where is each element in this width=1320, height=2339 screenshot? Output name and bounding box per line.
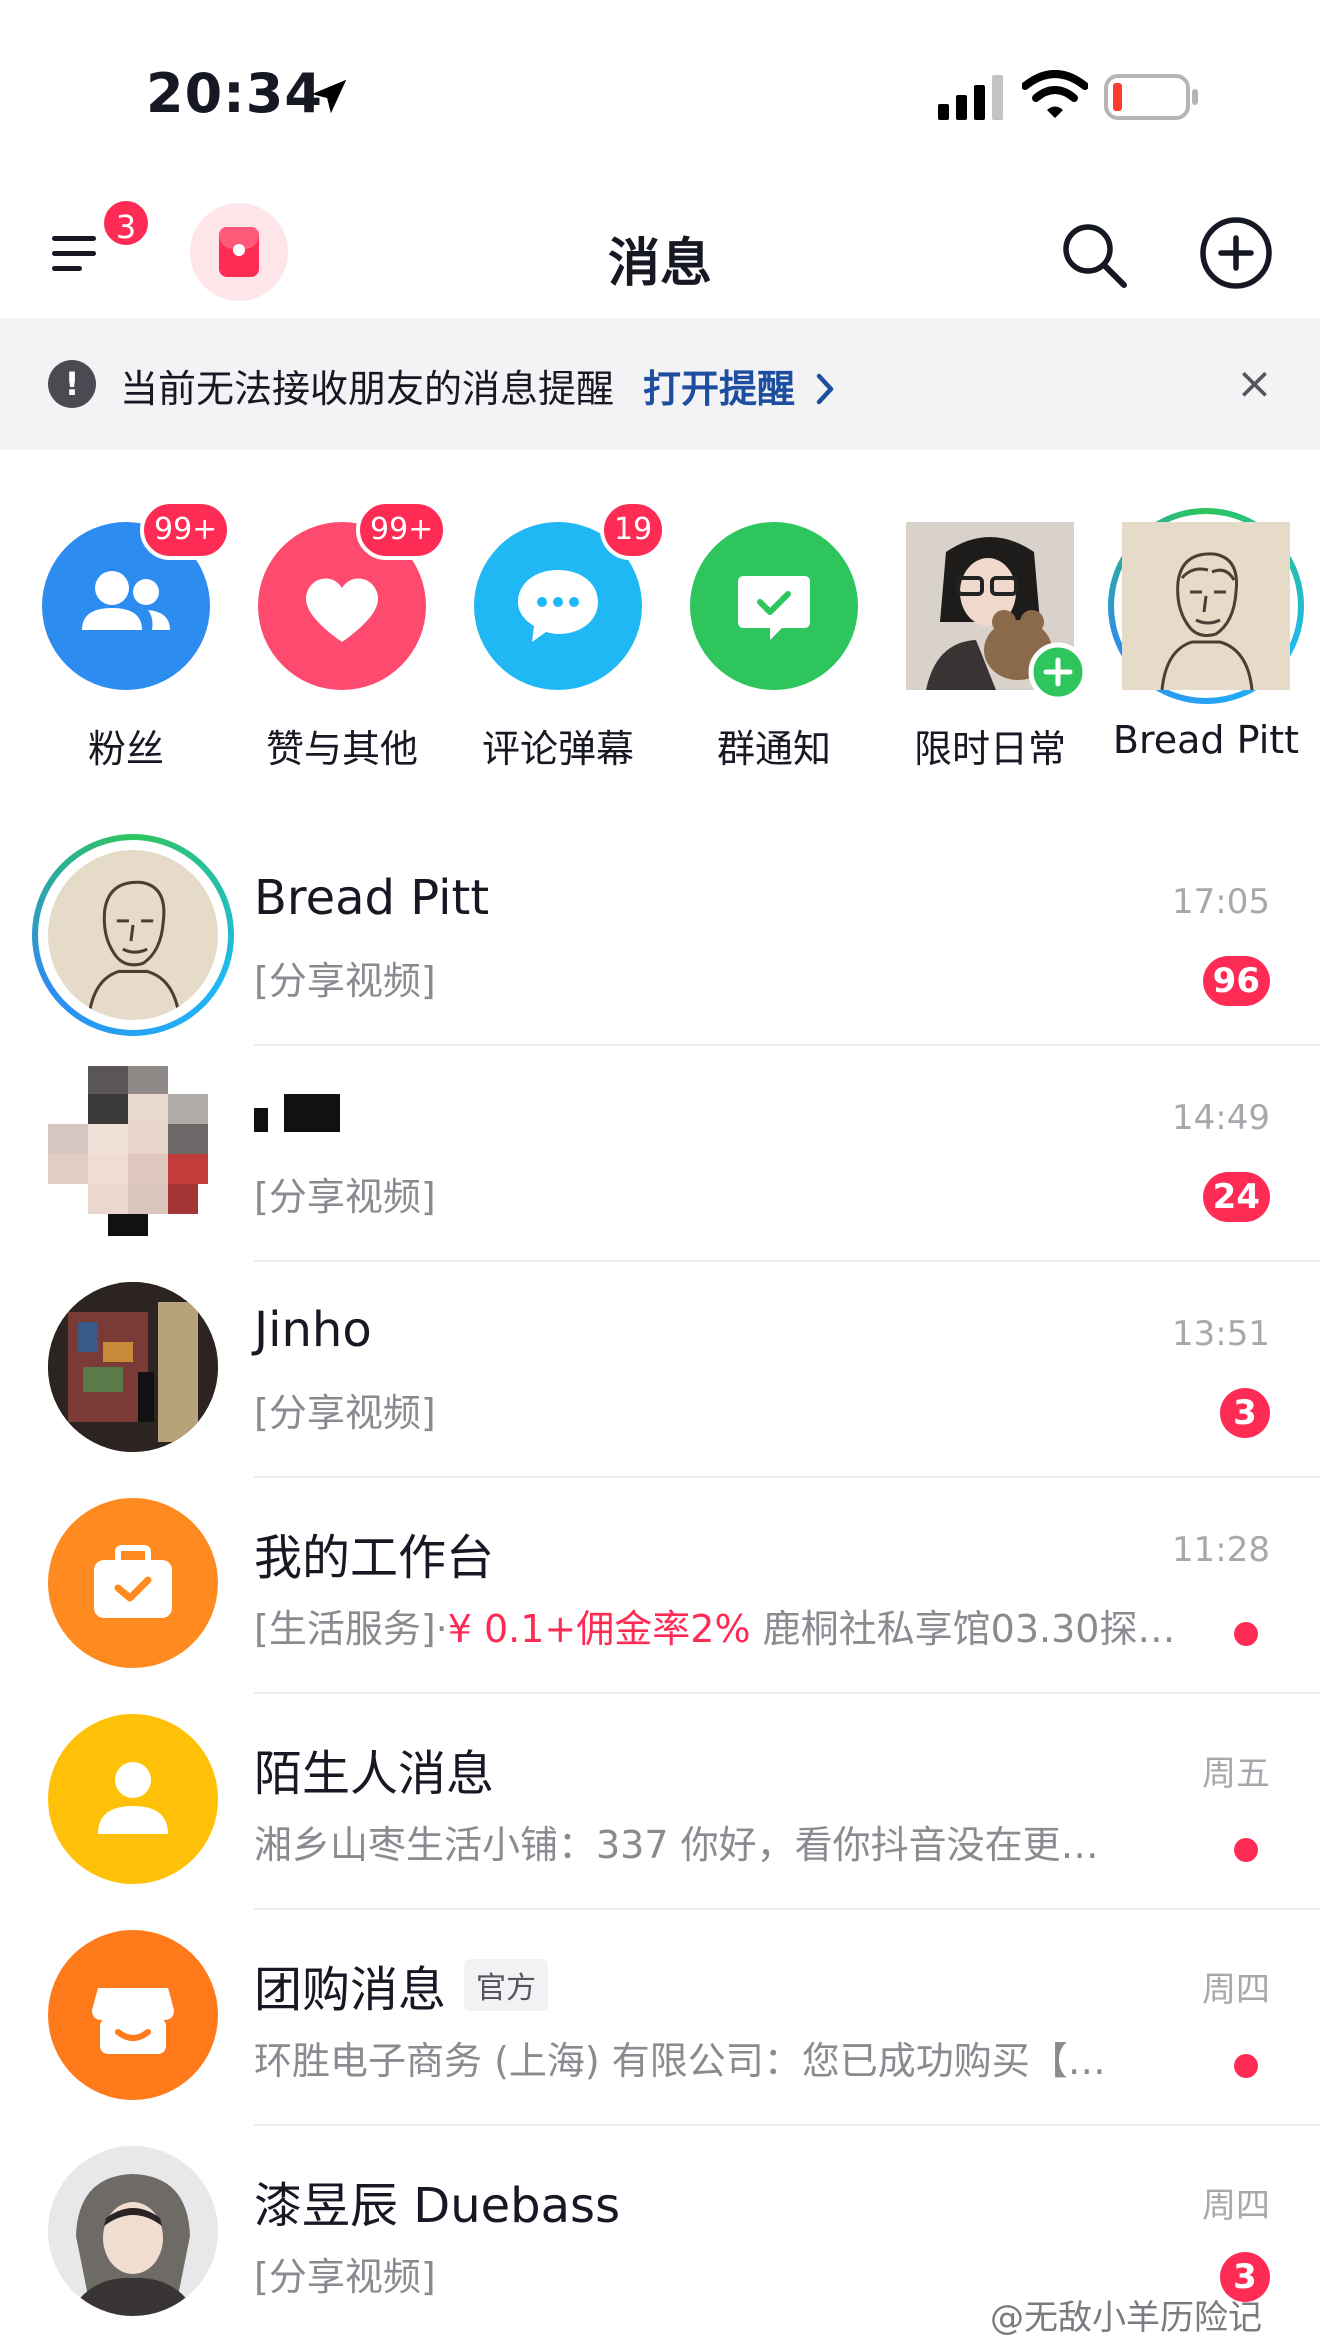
conversation-time: 17:05 — [1172, 882, 1270, 922]
conversation-name: Jinho — [254, 1302, 372, 1358]
conversation-preview: [分享视频] — [254, 959, 436, 1003]
preview-highlight: ¥ 0.1+佣金率2% — [447, 1607, 751, 1651]
conversation-bread-pitt[interactable]: Bread Pitt [分享视频] 17:05 96 — [0, 830, 1320, 1046]
add-story-icon — [1028, 642, 1088, 702]
briefcase-icon — [48, 1498, 218, 1668]
shortcut-label: 赞与其他 — [265, 727, 418, 771]
shortcut-comments[interactable]: 19 评论弹幕 — [432, 500, 667, 790]
unread-count-badge: 3 — [1220, 1388, 1270, 1438]
status-bar: 20:34 — [0, 0, 1320, 170]
shortcut-likes[interactable]: 99+ 赞与其他 — [216, 500, 448, 790]
conversation-pixelated-user[interactable]: [分享视频] 14:49 24 — [0, 1046, 1320, 1262]
wifi-icon — [1022, 70, 1088, 118]
chevron-right-icon — [817, 373, 834, 405]
conversation-group-buy[interactable]: 团购消息 官方 环胜电子商务 (上海) 有限公司：您已成功购买【… 周四 — [0, 1910, 1320, 2126]
battery-icon — [1104, 74, 1198, 120]
shortcut-label: 粉丝 — [87, 727, 164, 771]
header: 3 消息 — [0, 185, 1320, 315]
unread-count-badge: 96 — [1202, 956, 1270, 1006]
avatar — [48, 1066, 218, 1236]
location-arrow-icon — [311, 79, 347, 114]
shortcut-label: Bread Pitt — [1112, 718, 1300, 762]
conversation-time: 周四 — [1202, 2186, 1270, 2226]
conversation-time: 周四 — [1202, 1970, 1270, 2010]
shortcut-label: 评论弹幕 — [481, 727, 634, 771]
conversation-preview: [分享视频] — [254, 2255, 436, 2299]
alert-icon: ! — [48, 360, 96, 408]
conversation-preview: [分享视频] — [254, 1391, 436, 1435]
enable-reminder-link[interactable]: 打开提醒 — [643, 358, 836, 413]
unread-dot — [1234, 1838, 1258, 1862]
conversation-name: 陌生人消息 — [254, 1746, 495, 1802]
conversation-workbench[interactable]: 我的工作台 [生活服务]·¥ 0.1+佣金率2% 鹿桐社私享馆03.30探… 1… — [0, 1478, 1320, 1694]
plus-circle-icon — [1200, 217, 1272, 289]
signal-icon — [938, 75, 1003, 120]
avatar — [48, 850, 218, 1020]
conversation-time: 11:28 — [1172, 1530, 1270, 1570]
shortcut-row: 99+ 粉丝 99+ 赞与其他 19 评论弹幕 群通知 限时日常 Bread P… — [0, 500, 1320, 790]
group-notice-icon — [690, 522, 858, 690]
search-icon — [1063, 224, 1127, 288]
conversation-name: 漆昱辰 Duebass — [254, 2178, 621, 2234]
shop-icon — [48, 1930, 218, 2100]
official-tag: 官方 — [464, 1959, 549, 2011]
shortcut-group-notice[interactable]: 群通知 — [648, 500, 868, 790]
preview-suffix: 鹿桐社私享馆03.30探… — [750, 1607, 1174, 1651]
conversation-time: 13:51 — [1172, 1314, 1270, 1354]
close-icon[interactable]: × — [1236, 362, 1273, 406]
shortcut-story[interactable]: 限时日常 — [864, 500, 1088, 790]
unread-dot — [1234, 1622, 1258, 1646]
shortcut-label: 限时日常 — [913, 727, 1066, 771]
unread-count-badge: 24 — [1202, 1172, 1270, 1222]
watermark: @无敌小羊历险记 — [990, 2298, 1262, 2338]
status-time: 20:34 — [146, 62, 323, 125]
avatar — [48, 2146, 218, 2316]
conversation-name: 我的工作台 — [254, 1530, 495, 1586]
search-button[interactable] — [1058, 219, 1130, 295]
notification-banner: ! 当前无法接收朋友的消息提醒 打开提醒 × — [0, 318, 1320, 450]
conversation-time: 周五 — [1202, 1754, 1270, 1794]
preview-prefix: [生活服务]· — [254, 1607, 448, 1651]
conversation-name-text: 团购消息 — [254, 1962, 447, 2018]
notice-text: 当前无法接收朋友的消息提醒 — [120, 367, 615, 411]
shortcut-label: 群通知 — [716, 727, 831, 771]
conversation-preview: 环胜电子商务 (上海) 有限公司：您已成功购买【… — [254, 2039, 1106, 2083]
conversation-time: 14:49 — [1172, 1098, 1270, 1138]
conversation-name: 团购消息 官方 — [254, 1950, 549, 2020]
avatar — [48, 1282, 218, 1452]
shortcut-fans[interactable]: 99+ 粉丝 — [0, 500, 232, 790]
add-button[interactable] — [1198, 215, 1274, 295]
bread-pitt-avatar — [1122, 522, 1290, 690]
conversation-preview: [分享视频] — [254, 1175, 436, 1219]
conversation-preview: [生活服务]·¥ 0.1+佣金率2% 鹿桐社私享馆03.30探… — [254, 1598, 1174, 1653]
conversation-preview: 湘乡山枣生活小铺：337 你好，看你抖音没在更… — [254, 1823, 1099, 1867]
shortcut-bread-pitt[interactable]: Bread Pitt — [1080, 500, 1320, 790]
person-icon — [48, 1714, 218, 1884]
redacted-name-block — [254, 1094, 340, 1132]
enable-reminder-label: 打开提醒 — [643, 367, 796, 411]
conversation-name: Bread Pitt — [254, 870, 490, 926]
conversation-jinho[interactable]: Jinho [分享视频] 13:51 3 — [0, 1262, 1320, 1478]
conversation-stranger-messages[interactable]: 陌生人消息 湘乡山枣生活小铺：337 你好，看你抖音没在更… 周五 — [0, 1694, 1320, 1910]
unread-dot — [1234, 2054, 1258, 2078]
